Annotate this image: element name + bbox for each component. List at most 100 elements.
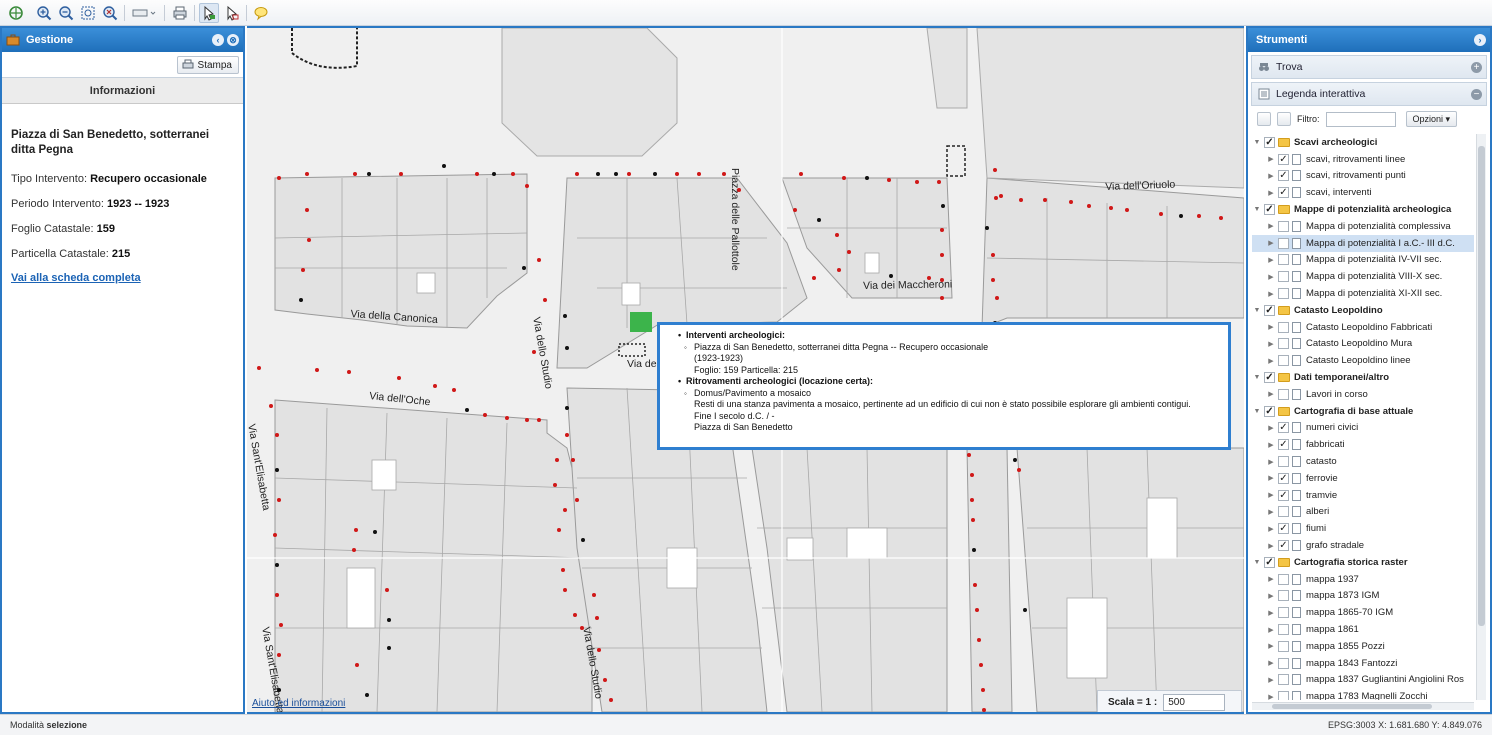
arrow-icon[interactable]: ▶ [1266, 592, 1276, 600]
layer-item[interactable]: ▶ ✓ numeri civici [1252, 420, 1474, 437]
layer-checkbox[interactable] [1278, 288, 1289, 300]
collapse-left-icon[interactable]: ‹ [212, 34, 224, 46]
zoom-all-icon[interactable] [6, 3, 26, 23]
layer-checkbox[interactable]: ✓ [1278, 489, 1289, 501]
arrow-icon[interactable]: ▶ [1266, 290, 1276, 298]
layer-checkbox[interactable] [1278, 607, 1289, 619]
expand-arrow-icon[interactable]: ▼ [1252, 139, 1262, 146]
layer-checkbox[interactable] [1278, 691, 1289, 700]
layer-item[interactable]: ▶ ✓ scavi, ritrovamenti linee [1252, 151, 1474, 168]
layer-checkbox[interactable]: ✓ [1264, 304, 1275, 316]
layer-item[interactable]: ▶ Catasto Leopoldino Fabbricati [1252, 319, 1474, 336]
arrow-icon[interactable]: ▶ [1266, 626, 1276, 634]
layer-group[interactable]: ▼ ✓ Cartografia storica raster [1252, 554, 1474, 571]
arrow-icon[interactable]: ▶ [1266, 222, 1276, 230]
info-bubble-icon[interactable] [251, 3, 271, 23]
measure-dropdown-icon[interactable] [130, 3, 158, 23]
layer-checkbox[interactable]: ✓ [1278, 422, 1289, 434]
arrow-icon[interactable]: ▶ [1266, 256, 1276, 264]
stampa-button[interactable]: Stampa [176, 56, 239, 74]
layer-checkbox[interactable]: ✓ [1278, 439, 1289, 451]
layer-checkbox[interactable] [1278, 237, 1289, 249]
arrow-icon[interactable]: ▶ [1266, 172, 1276, 180]
collapse-icon[interactable]: − [1471, 88, 1482, 100]
trova-accordion[interactable]: Trova + [1251, 55, 1487, 79]
layer-checkbox[interactable] [1278, 506, 1289, 518]
layer-group[interactable]: ▼ ✓ Scavi archeologici [1252, 134, 1474, 151]
layer-item[interactable]: ▶ mappa 1843 Fantozzi [1252, 655, 1474, 672]
layer-checkbox[interactable] [1278, 640, 1289, 652]
arrow-icon[interactable]: ▶ [1266, 508, 1276, 516]
legenda-accordion[interactable]: Legenda interattiva − [1251, 82, 1487, 106]
layer-checkbox[interactable] [1278, 271, 1289, 283]
layer-item[interactable]: ▶ Catasto Leopoldino linee [1252, 352, 1474, 369]
layer-item[interactable]: ▶ mappa 1837 Gugliantini Angiolini Ros [1252, 672, 1474, 689]
filtro-input[interactable] [1325, 111, 1396, 127]
arrow-icon[interactable]: ▶ [1266, 474, 1276, 482]
expand-arrow-icon[interactable]: ▼ [1252, 408, 1262, 415]
layer-item[interactable]: ▶ ✓ fiumi [1252, 520, 1474, 537]
layer-checkbox[interactable] [1278, 573, 1289, 585]
aiuto-link[interactable]: Aiuto ed informazioni [252, 698, 345, 709]
layer-item[interactable]: ▶ mappa 1937 [1252, 571, 1474, 588]
layer-checkbox[interactable] [1278, 388, 1289, 400]
layer-checkbox[interactable] [1278, 657, 1289, 669]
layer-checkbox[interactable]: ✓ [1278, 153, 1289, 165]
layer-item[interactable]: ▶ Mappa di potenzialità XI-XII sec. [1252, 285, 1474, 302]
arrow-icon[interactable]: ▶ [1266, 491, 1276, 499]
layer-checkbox[interactable] [1278, 220, 1289, 232]
tree-scrollbar[interactable] [1476, 134, 1486, 700]
map-canvas[interactable]: Via della Canonica Via dell'Oche Via del… [247, 26, 1244, 714]
layer-checkbox[interactable]: ✓ [1264, 372, 1275, 384]
layer-checkbox[interactable] [1278, 590, 1289, 602]
zoom-in-icon[interactable] [34, 3, 54, 23]
arrow-icon[interactable]: ▶ [1266, 525, 1276, 533]
layer-item[interactable]: ▶ ✓ scavi, ritrovamenti punti [1252, 168, 1474, 185]
arrow-icon[interactable]: ▶ [1266, 340, 1276, 348]
arrow-icon[interactable]: ▶ [1266, 542, 1276, 550]
layer-checkbox[interactable]: ✓ [1264, 405, 1275, 417]
expand-arrow-icon[interactable]: ▼ [1252, 374, 1262, 381]
print-icon[interactable] [170, 3, 190, 23]
select-icon[interactable] [199, 3, 219, 23]
layer-item[interactable]: ▶ ✓ grafo stradale [1252, 537, 1474, 554]
collapse-all-button[interactable] [1277, 112, 1291, 126]
layer-item[interactable]: ▶ Mappa di potenzialità IV-VII sec. [1252, 252, 1474, 269]
layer-item[interactable]: ▶ Mappa di potenzialità I a.C.- III d.C. [1252, 234, 1474, 252]
layer-checkbox[interactable] [1278, 338, 1289, 350]
layer-item[interactable]: ▶ mappa 1873 IGM [1252, 588, 1474, 605]
expand-icon[interactable]: + [1471, 61, 1482, 73]
collapse-right-icon[interactable]: › [1474, 34, 1486, 46]
arrow-icon[interactable]: ▶ [1266, 155, 1276, 163]
arrow-icon[interactable]: ▶ [1266, 189, 1276, 197]
arrow-icon[interactable]: ▶ [1266, 273, 1276, 281]
layer-checkbox[interactable] [1278, 456, 1289, 468]
layer-item[interactable]: ▶ catasto [1252, 453, 1474, 470]
layer-group[interactable]: ▼ ✓ Mappe di potenzialità archeologica [1252, 201, 1474, 218]
layer-checkbox[interactable] [1278, 355, 1289, 367]
layer-item[interactable]: ▶ ✓ scavi, interventi [1252, 184, 1474, 201]
layer-checkbox[interactable]: ✓ [1264, 556, 1275, 568]
arrow-icon[interactable]: ▶ [1266, 424, 1276, 432]
arrow-icon[interactable]: ▶ [1266, 693, 1276, 700]
scale-input[interactable]: 500 [1163, 693, 1226, 711]
opzioni-button[interactable]: Opzioni ▾ [1405, 111, 1458, 127]
zoom-out-icon[interactable] [56, 3, 76, 23]
layer-checkbox[interactable]: ✓ [1278, 540, 1289, 552]
arrow-icon[interactable]: ▶ [1266, 390, 1276, 398]
layer-item[interactable]: ▶ Catasto Leopoldino Mura [1252, 336, 1474, 353]
layer-item[interactable]: ▶ Lavori in corso [1252, 386, 1474, 403]
zoom-prev-icon[interactable] [100, 3, 120, 23]
arrow-icon[interactable]: ▶ [1266, 575, 1276, 583]
layer-checkbox[interactable]: ✓ [1278, 187, 1289, 199]
select-area-icon[interactable] [222, 3, 242, 23]
layer-item[interactable]: ▶ ✓ ferrovie [1252, 470, 1474, 487]
layer-item[interactable]: ▶ mappa 1861 [1252, 621, 1474, 638]
arrow-icon[interactable]: ▶ [1266, 441, 1276, 449]
layer-item[interactable]: ▶ alberi [1252, 504, 1474, 521]
layer-item[interactable]: ▶ mappa 1855 Pozzi [1252, 638, 1474, 655]
layer-item[interactable]: ▶ Mappa di potenzialità complessiva [1252, 218, 1474, 235]
layer-item[interactable]: ▶ mappa 1865-70 IGM [1252, 604, 1474, 621]
arrow-icon[interactable]: ▶ [1266, 239, 1276, 247]
layer-checkbox[interactable] [1278, 321, 1289, 333]
